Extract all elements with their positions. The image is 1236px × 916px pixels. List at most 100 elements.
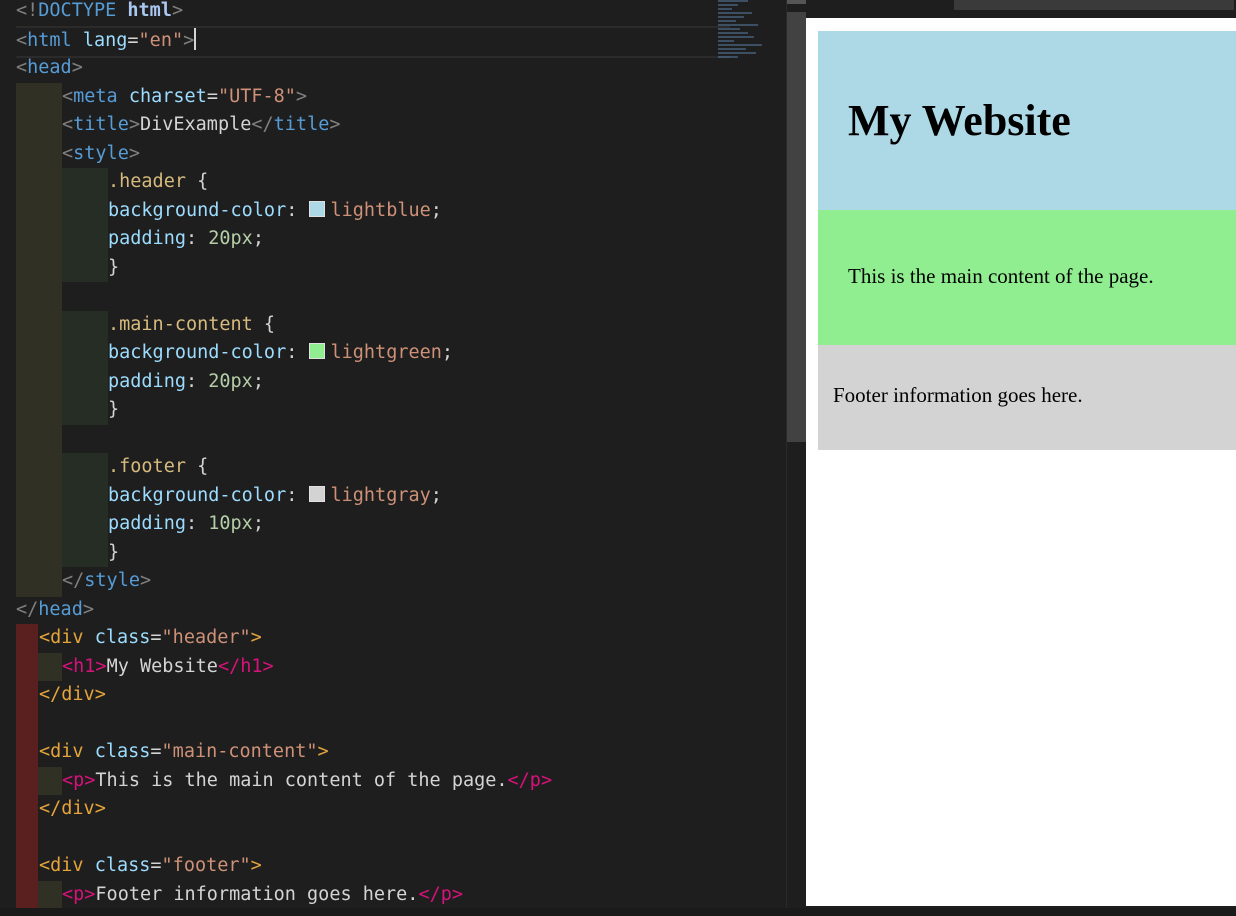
code-line-18[interactable]: background-color: lightgray; bbox=[108, 482, 786, 510]
code-line-13[interactable]: background-color: lightgreen; bbox=[108, 339, 786, 367]
code-line-17[interactable]: .footer { bbox=[108, 453, 786, 481]
code-line-10[interactable]: } bbox=[108, 254, 786, 282]
editor-scrollbar[interactable] bbox=[786, 0, 807, 916]
indent-guide-header-rule bbox=[62, 168, 108, 282]
token: < bbox=[62, 143, 74, 164]
code-line-8[interactable]: background-color: lightblue; bbox=[108, 197, 786, 225]
token: "UTF-8" bbox=[217, 86, 296, 107]
token: lightblue bbox=[330, 200, 431, 221]
preview-tab-bar bbox=[806, 0, 1236, 18]
code-line-3[interactable]: <head> bbox=[16, 54, 730, 82]
indent-guide-h1 bbox=[38, 653, 62, 681]
scrollbar-marker bbox=[787, 0, 807, 4]
code-line-32[interactable]: <p>Footer information goes here.</p> bbox=[62, 881, 776, 909]
code-line-6[interactable]: <style> bbox=[62, 140, 776, 168]
token: : bbox=[286, 200, 309, 221]
preview-heading: My Website bbox=[848, 96, 1071, 145]
scrollbar-thumb[interactable] bbox=[787, 12, 807, 442]
token: > bbox=[82, 599, 94, 620]
token: lightgreen bbox=[330, 342, 442, 363]
code-line-15[interactable]: } bbox=[108, 396, 786, 424]
token: : bbox=[185, 371, 209, 392]
token: = bbox=[150, 741, 162, 762]
token: "main-content" bbox=[161, 741, 318, 762]
token: </p> bbox=[418, 884, 463, 905]
code-line-25[interactable]: </div> bbox=[39, 681, 753, 709]
token: <div bbox=[39, 855, 84, 876]
token: > bbox=[71, 57, 83, 78]
token: DivExample bbox=[139, 114, 252, 135]
code-line-9[interactable]: padding: 20px; bbox=[108, 225, 786, 253]
token: : bbox=[185, 513, 209, 534]
code-line-24[interactable]: <h1>My Website</h1> bbox=[62, 653, 776, 681]
token: class bbox=[94, 741, 151, 762]
color-swatch-lightgreen[interactable] bbox=[308, 343, 325, 359]
token: </ bbox=[16, 599, 39, 620]
code-line-20[interactable]: } bbox=[108, 539, 786, 567]
token: <p> bbox=[62, 884, 96, 905]
code-editor[interactable]: <!DOCTYPE html> <html lang="en"> <head> … bbox=[0, 0, 786, 916]
code-line-7[interactable]: .header { bbox=[108, 168, 786, 196]
browser-preview-pane[interactable]: My Website This is the main content of t… bbox=[806, 0, 1236, 906]
token: = bbox=[127, 30, 139, 51]
token: This is the main content of the page. bbox=[95, 770, 508, 791]
token: } bbox=[108, 257, 120, 278]
code-line-14[interactable]: padding: 20px; bbox=[108, 368, 786, 396]
token: } bbox=[108, 399, 120, 420]
token: background-color bbox=[108, 200, 287, 221]
code-line-28[interactable]: <p>This is the main content of the page.… bbox=[62, 767, 776, 795]
code-line-29[interactable]: </div> bbox=[39, 795, 753, 823]
token: </p> bbox=[507, 770, 553, 791]
code-line-31[interactable]: <div class="footer"> bbox=[39, 852, 753, 880]
token: Footer information goes here. bbox=[95, 884, 419, 905]
token: padding bbox=[108, 228, 186, 249]
token: : bbox=[286, 485, 309, 506]
token: title bbox=[73, 114, 129, 135]
token: <p> bbox=[62, 770, 96, 791]
indent-guide-p-footer bbox=[38, 881, 62, 909]
preview-header-section: My Website bbox=[818, 31, 1236, 210]
token: > bbox=[128, 114, 140, 135]
code-line-4[interactable]: <meta charset="UTF-8"> bbox=[62, 83, 776, 111]
preview-tab[interactable] bbox=[954, 0, 1234, 10]
token: html bbox=[127, 0, 172, 21]
token: class bbox=[94, 855, 151, 876]
token: .header bbox=[108, 171, 186, 192]
token: 10px bbox=[208, 513, 253, 534]
token: style bbox=[84, 570, 140, 591]
code-line-12[interactable]: .main-content { bbox=[108, 311, 786, 339]
code-line-21[interactable]: </style> bbox=[62, 567, 776, 595]
token: padding bbox=[108, 371, 186, 392]
preview-main-text: This is the main content of the page. bbox=[848, 264, 1154, 288]
token: 20px bbox=[208, 371, 253, 392]
preview-footer-section: Footer information goes here. bbox=[818, 345, 1236, 450]
code-line-5[interactable]: <title>DivExample</title> bbox=[62, 111, 776, 139]
token: style bbox=[73, 143, 129, 164]
token: </div> bbox=[39, 798, 106, 819]
token: padding bbox=[108, 513, 186, 534]
color-swatch-lightblue[interactable] bbox=[308, 201, 325, 217]
color-swatch-lightgray[interactable] bbox=[308, 486, 325, 502]
code-line-27[interactable]: <div class="main-content"> bbox=[39, 738, 753, 766]
code-line-22[interactable]: </head> bbox=[16, 596, 730, 624]
error-gutter-body bbox=[16, 624, 38, 916]
token: html bbox=[27, 30, 72, 51]
token: </ bbox=[251, 114, 274, 135]
token: 20px bbox=[208, 228, 253, 249]
token: charset bbox=[128, 86, 207, 107]
token: background-color bbox=[108, 485, 287, 506]
token: "header" bbox=[161, 627, 251, 648]
token: lightgray bbox=[330, 485, 431, 506]
token: <! bbox=[16, 0, 39, 21]
token: ; bbox=[441, 342, 454, 363]
token: ; bbox=[252, 371, 264, 392]
code-line-1[interactable]: <!DOCTYPE html> bbox=[16, 0, 730, 25]
token: My Website bbox=[106, 656, 218, 677]
code-line-19[interactable]: padding: 10px; bbox=[108, 510, 786, 538]
code-line-23[interactable]: <div class="header"> bbox=[39, 624, 753, 652]
token: > bbox=[295, 86, 308, 107]
minimap[interactable] bbox=[718, 0, 770, 70]
